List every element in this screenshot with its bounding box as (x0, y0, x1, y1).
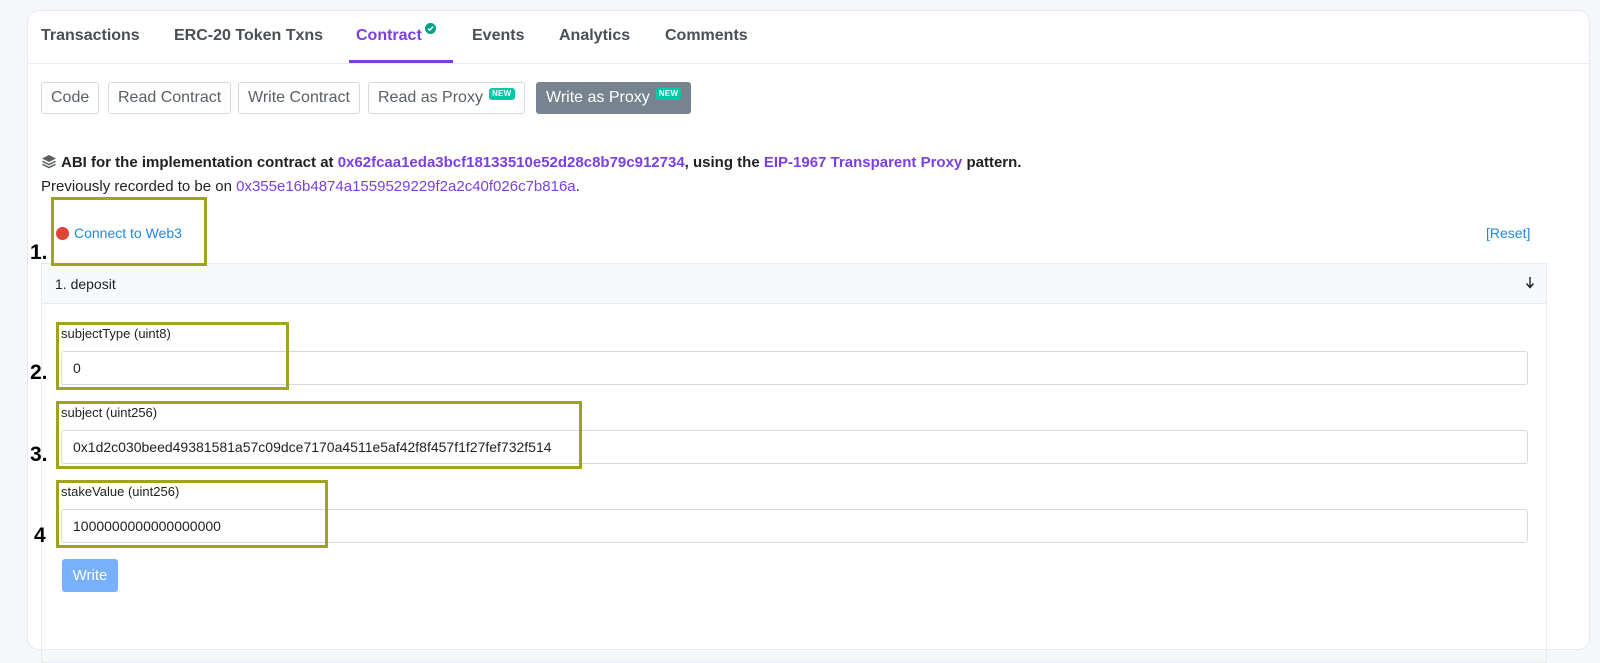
tab-erc20-token-txns[interactable]: ERC-20 Token Txns (174, 27, 323, 45)
abi-middle: , using the (684, 154, 764, 171)
previous-address-link[interactable]: 0x355e16b4874a1559529229f2a2c40f026c7b81… (236, 178, 576, 195)
step-label-4: 4 (34, 524, 46, 547)
code-button[interactable]: Code (41, 82, 100, 114)
highlight-box-subject (56, 401, 582, 469)
write-as-proxy-button[interactable]: Write as Proxy NEW (536, 82, 692, 114)
previous-suffix: . (575, 178, 580, 195)
write-as-proxy-label: Write as Proxy (546, 89, 650, 106)
implementation-address-link[interactable]: 0x62fcaa1eda3bcf18133510e52d28c8b79c9127… (338, 154, 685, 171)
previous-prefix: Previously recorded to be on (41, 178, 237, 195)
tab-events[interactable]: Events (472, 27, 524, 45)
write-contract-button[interactable]: Write Contract (238, 82, 360, 114)
highlight-box-stake-value (56, 480, 328, 548)
tab-contract[interactable]: Contract (356, 23, 436, 45)
highlight-box-connect (51, 197, 207, 266)
reset-link[interactable]: [Reset] (1486, 225, 1530, 241)
layers-icon (41, 154, 57, 173)
tab-comments[interactable]: Comments (665, 27, 748, 45)
function-header[interactable]: 1. deposit (42, 264, 1546, 304)
step-label-3: 3. (30, 443, 48, 466)
previous-implementation-notice: Previously recorded to be on 0x355e16b48… (41, 178, 580, 195)
step-label-2: 2. (30, 361, 48, 384)
new-badge: NEW (655, 88, 682, 100)
arrow-down-icon[interactable] (1525, 276, 1535, 294)
highlight-box-subject-type (56, 322, 289, 390)
function-title: 1. deposit (55, 276, 116, 292)
read-as-proxy-label: Read as Proxy (378, 89, 483, 106)
tab-transactions[interactable]: Transactions (41, 27, 140, 45)
tab-contract-label: Contract (356, 27, 422, 44)
abi-prefix: ABI for the implementation contract at (61, 154, 338, 171)
proxy-pattern-link[interactable]: EIP-1967 Transparent Proxy (764, 154, 962, 171)
abi-suffix: pattern. (962, 154, 1022, 171)
step-label-1: 1. (30, 241, 48, 264)
tab-analytics[interactable]: Analytics (559, 27, 630, 45)
abi-notice: ABI for the implementation contract at 0… (41, 154, 1021, 173)
read-as-proxy-button[interactable]: Read as Proxy NEW (368, 82, 525, 114)
active-tab-indicator (349, 60, 453, 63)
read-contract-button[interactable]: Read Contract (108, 82, 232, 114)
verified-check-icon (424, 23, 436, 34)
write-button[interactable]: Write (62, 559, 118, 592)
tab-bar: Transactions ERC-20 Token Txns Contract … (28, 11, 1589, 64)
new-badge: NEW (488, 88, 515, 100)
